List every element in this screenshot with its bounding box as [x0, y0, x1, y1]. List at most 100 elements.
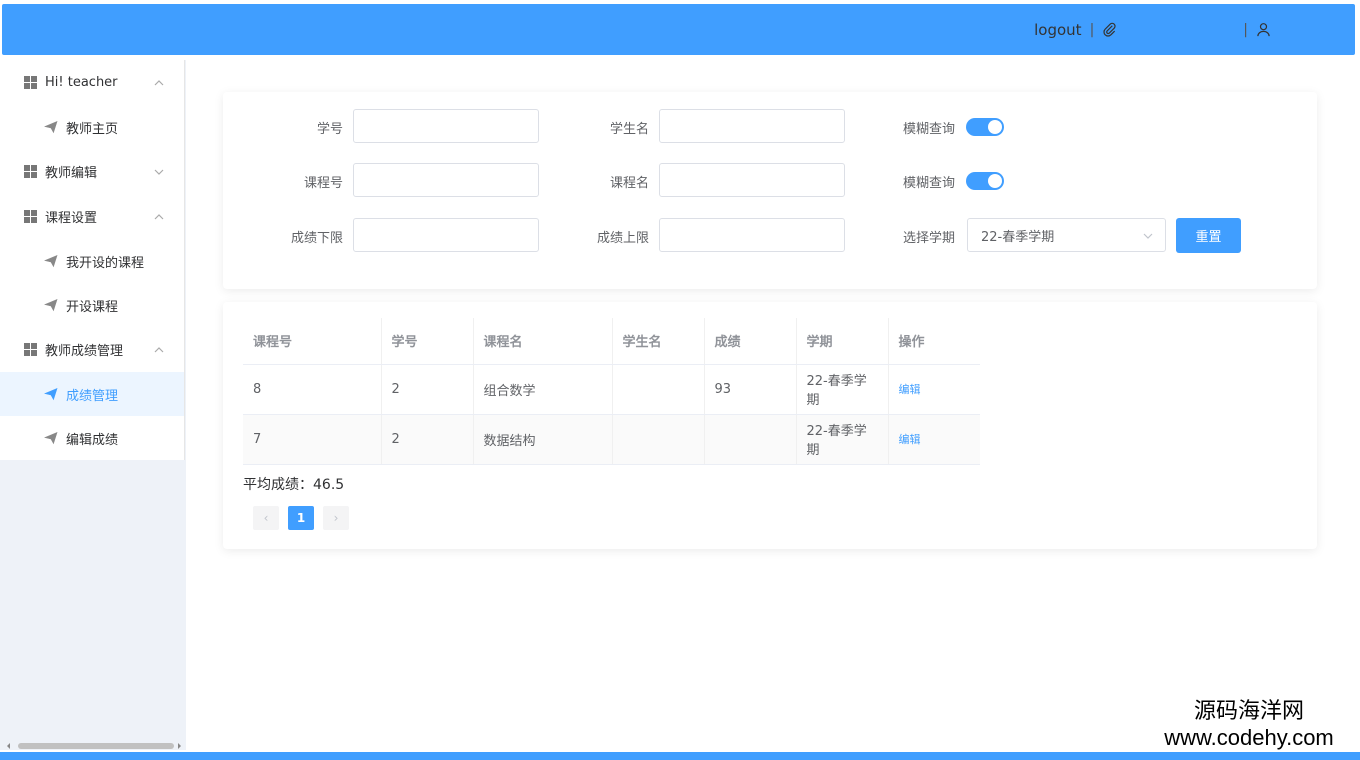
col-term[interactable]: 学期	[796, 318, 889, 365]
sidebar-item-label: Hi! teacher	[45, 75, 118, 90]
sidebar-item-my-courses[interactable]: 我开设的课程	[0, 239, 184, 283]
paperclip-icon[interactable]	[1102, 22, 1117, 37]
cell-term: 22-春季学期	[796, 414, 889, 465]
sidebar-item-edit-grades[interactable]: 编辑成绩	[0, 416, 184, 460]
cell-action: 编辑	[888, 414, 980, 465]
reset-button[interactable]: 重置	[1176, 218, 1241, 253]
sidebar-item-label: 教师编辑	[45, 166, 98, 181]
fuzzy-search-toggle-1[interactable]	[966, 118, 1004, 136]
sidebar-item-grade-management-group[interactable]: 教师成绩管理	[0, 327, 184, 372]
fuzzy-search-label-1: 模糊查询	[902, 122, 955, 137]
edit-link[interactable]: 编辑	[899, 383, 921, 396]
fuzzy-search-toggle-2[interactable]	[966, 172, 1004, 190]
cell-course-id: 8	[243, 364, 382, 415]
prev-page-button[interactable]: ‹	[253, 506, 279, 530]
student-id-input[interactable]	[353, 109, 539, 143]
chevron-up-icon	[154, 79, 164, 85]
course-name-label: 课程名	[609, 176, 649, 191]
header-separator: |	[1089, 21, 1095, 38]
col-student-id[interactable]: 学号	[381, 318, 474, 365]
scroll-left-icon[interactable]	[6, 743, 12, 749]
sidebar-item-hi-teacher[interactable]: Hi! teacher	[0, 60, 184, 105]
cell-score	[704, 414, 797, 465]
bottom-bar	[0, 752, 1360, 760]
score-min-input[interactable]	[353, 218, 539, 252]
cell-student-name	[612, 364, 705, 415]
page-button-1[interactable]: 1	[288, 506, 314, 530]
cell-course-name: 数据结构	[473, 414, 613, 465]
cell-score: 93	[704, 364, 797, 415]
user-icon[interactable]	[1256, 22, 1271, 37]
student-name-label: 学生名	[609, 122, 649, 137]
sidebar-menu: Hi! teacher 教师主页 教师编辑 课程设置 我开设的课程 开设课程 教…	[0, 60, 185, 460]
chevron-down-icon	[154, 169, 164, 175]
sidebar-item-label: 我开设的课程	[66, 255, 145, 271]
next-page-button[interactable]: ›	[323, 506, 349, 530]
header-actions: logout | |	[1034, 4, 1271, 55]
watermark-url: www.codehy.com	[1164, 725, 1334, 750]
sidebar-item-open-course[interactable]: 开设课程	[0, 283, 184, 327]
term-select[interactable]: 22-春季学期	[967, 218, 1166, 252]
course-id-input[interactable]	[353, 163, 539, 197]
sidebar-item-label: 编辑成绩	[66, 432, 119, 448]
table-header-row: 课程号 学号 课程名 学生名 成绩 学期 操作	[243, 318, 980, 365]
cell-term: 22-春季学期	[796, 364, 889, 415]
term-label: 选择学期	[902, 231, 955, 246]
student-name-input[interactable]	[659, 109, 845, 143]
score-min-label: 成绩下限	[290, 231, 343, 246]
table-row: 7 2 数据结构 22-春季学期 编辑	[243, 414, 980, 465]
col-action: 操作	[888, 318, 980, 365]
sidebar: Hi! teacher 教师主页 教师编辑 课程设置 我开设的课程 开设课程 教…	[0, 60, 186, 750]
top-bar: logout | |	[2, 4, 1355, 55]
sidebar-item-label: 教师成绩管理	[45, 344, 124, 359]
sidebar-item-teacher-edit[interactable]: 教师编辑	[0, 149, 184, 194]
chevron-up-icon	[154, 346, 164, 352]
score-max-label: 成绩上限	[596, 231, 649, 246]
scroll-right-icon[interactable]	[176, 743, 182, 749]
grid-icon	[24, 76, 37, 89]
col-course-id[interactable]: 课程号	[243, 318, 382, 365]
paper-plane-icon	[44, 387, 58, 401]
filter-panel: 学号 学生名 模糊查询 课程号 课程名 模糊查询 成绩下限 成绩上限 选择学期 …	[223, 92, 1317, 289]
fuzzy-search-label-2: 模糊查询	[902, 176, 955, 191]
cell-student-id: 2	[381, 364, 474, 415]
chevron-down-icon	[1143, 233, 1153, 239]
sidebar-item-label: 成绩管理	[66, 388, 119, 404]
edit-link[interactable]: 编辑	[899, 433, 921, 446]
sidebar-item-label: 课程设置	[45, 211, 98, 226]
scrollbar-thumb[interactable]	[18, 743, 174, 749]
grid-icon	[24, 165, 37, 178]
course-name-input[interactable]	[659, 163, 845, 197]
col-course-name[interactable]: 课程名	[473, 318, 613, 365]
table-row: 8 2 组合数学 93 22-春季学期 编辑	[243, 364, 980, 415]
sidebar-item-course-settings[interactable]: 课程设置	[0, 194, 184, 239]
grades-panel: 课程号 学号 课程名 学生名 成绩 学期 操作 8 2 组合数学 93 22-春…	[223, 302, 1317, 549]
grid-icon	[24, 343, 37, 356]
cell-action: 编辑	[888, 364, 980, 415]
sidebar-item-label: 教师主页	[66, 121, 119, 137]
logout-link[interactable]: logout	[1034, 21, 1081, 39]
col-score[interactable]: 成绩	[704, 318, 797, 365]
paper-plane-icon	[44, 298, 58, 312]
sidebar-item-grade-management[interactable]: 成绩管理	[0, 372, 184, 416]
paper-plane-icon	[44, 254, 58, 268]
average-score: 平均成绩：46.5	[243, 477, 345, 493]
score-max-input[interactable]	[659, 218, 845, 252]
grid-icon	[24, 210, 37, 223]
term-select-value: 22-春季学期	[981, 229, 1055, 245]
sidebar-item-label: 开设课程	[66, 299, 119, 315]
pagination: ‹ 1 ›	[253, 506, 349, 530]
cell-course-id: 7	[243, 414, 382, 465]
paper-plane-icon	[44, 431, 58, 445]
student-id-label: 学号	[316, 122, 343, 137]
cell-course-name: 组合数学	[473, 364, 613, 415]
grades-table: 课程号 学号 课程名 学生名 成绩 学期 操作 8 2 组合数学 93 22-春…	[243, 318, 980, 465]
watermark: 源码海洋网 www.codehy.com	[1144, 696, 1354, 752]
col-student-name[interactable]: 学生名	[612, 318, 705, 365]
header-separator-2: |	[1243, 21, 1248, 38]
sidebar-scrollbar[interactable]	[6, 742, 182, 750]
watermark-title: 源码海洋网	[1193, 699, 1304, 724]
chevron-up-icon	[154, 213, 164, 219]
course-id-label: 课程号	[303, 176, 343, 191]
sidebar-item-teacher-home[interactable]: 教师主页	[0, 105, 184, 149]
